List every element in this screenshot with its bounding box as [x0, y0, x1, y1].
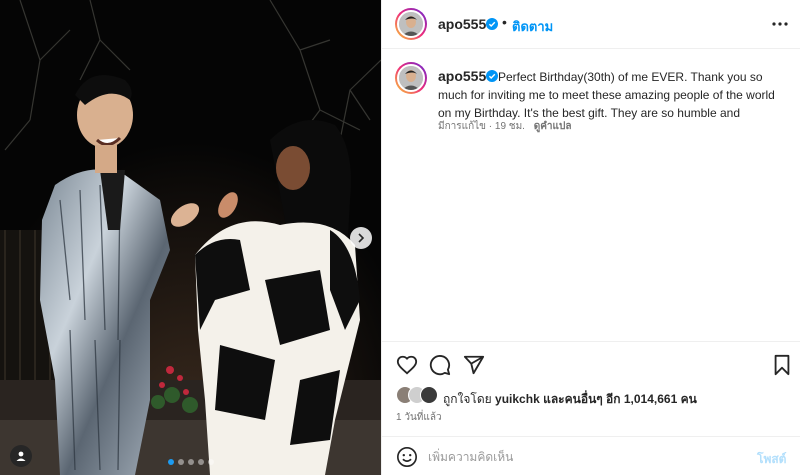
avatar-image: [399, 66, 423, 90]
post-header: apo555 • ติดตาม: [382, 0, 800, 49]
photo-scene: [0, 0, 381, 475]
verified-badge-icon: [486, 18, 498, 30]
likes-prefix: ถูกใจโดย: [443, 392, 492, 406]
carousel-dot: [197, 459, 204, 465]
post-photo[interactable]: [0, 0, 381, 475]
post-comment-button[interactable]: โพสต์: [757, 450, 786, 469]
comment-input[interactable]: [428, 446, 738, 468]
avatar-image: [399, 12, 423, 36]
follow-button[interactable]: ติดตาม: [512, 16, 553, 37]
carousel-dot: [187, 459, 194, 465]
carousel-indicators: [0, 459, 381, 465]
carousel-dot: [177, 459, 184, 465]
caption-username[interactable]: apo555: [438, 68, 486, 84]
separator-dot: •: [502, 14, 507, 30]
paper-plane-icon[interactable]: [463, 354, 485, 376]
comment-box: โพสต์: [382, 436, 800, 475]
smiley-icon[interactable]: [396, 446, 418, 468]
bookmark-icon[interactable]: [771, 354, 793, 376]
heart-icon[interactable]: [396, 354, 418, 376]
post-side-panel: apo555 • ติดตาม Perfect Birthday(30th) o…: [381, 0, 800, 475]
liker-username[interactable]: yuikchk: [495, 392, 540, 406]
likes-text: ถูกใจโดย yuikchk และคนอื่นๆ อีก 1,014,66…: [443, 390, 697, 409]
more-options-icon[interactable]: [771, 16, 789, 32]
see-translation-link[interactable]: ดูคำแปล: [534, 121, 572, 132]
verified-badge-icon: [486, 70, 498, 82]
avatar[interactable]: [395, 8, 427, 40]
chevron-right-icon: [358, 233, 365, 243]
likes-count[interactable]: 1,014,661: [624, 392, 677, 406]
caption-meta: มีการแก้ไข · 19 ชม. ดูคำแปล: [438, 119, 571, 134]
likes-suffix: คน: [680, 392, 697, 406]
carousel-dot: [207, 459, 214, 465]
likes-summary[interactable]: ถูกใจโดย yuikchk และคนอื่นๆ อีก 1,014,66…: [396, 386, 796, 408]
post-username[interactable]: apo555: [438, 16, 486, 32]
caption-avatar[interactable]: [395, 62, 427, 94]
comment-bubble-icon[interactable]: [429, 354, 451, 376]
carousel-next-button[interactable]: [350, 227, 372, 249]
edited-timestamp: มีการแก้ไข · 19 ชม.: [438, 121, 525, 132]
post-time[interactable]: 1 วันที่แล้ว: [396, 410, 442, 425]
carousel-dot: [167, 459, 174, 465]
action-bar: [382, 341, 800, 385]
likes-middle[interactable]: และคนอื่นๆ อีก: [543, 392, 620, 406]
liker-avatar: [420, 386, 438, 404]
